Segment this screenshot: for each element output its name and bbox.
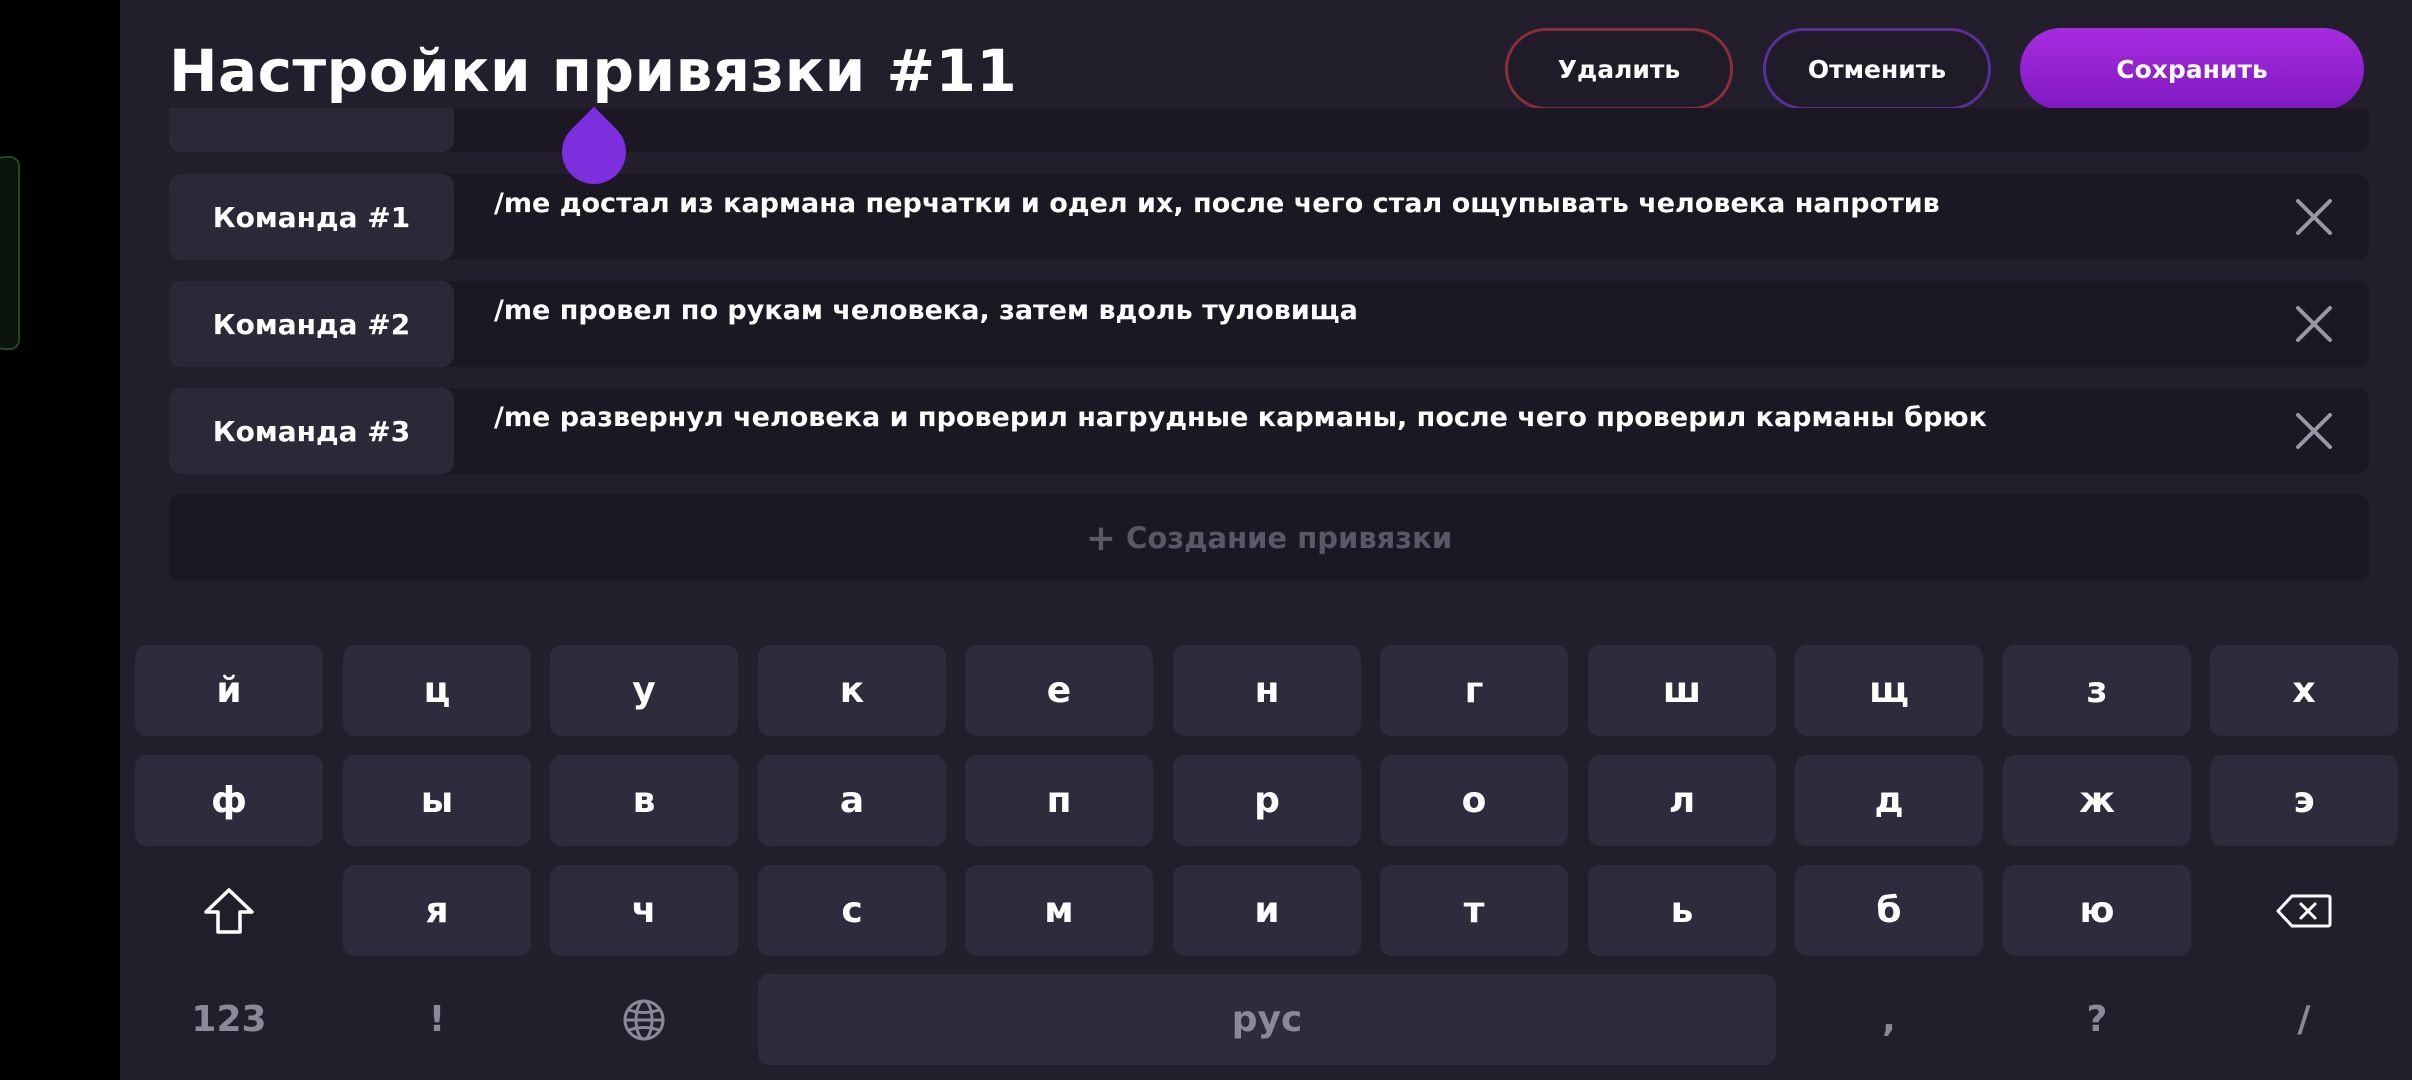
command-row: Команда #3 /me развернул человека и пров… — [169, 388, 2369, 474]
key[interactable]: у — [550, 645, 738, 736]
key[interactable]: д — [1795, 755, 1983, 846]
question-key[interactable]: ? — [2003, 974, 2191, 1065]
key[interactable]: ь — [1588, 865, 1776, 956]
key[interactable]: н — [1173, 645, 1361, 736]
key[interactable]: з — [2003, 645, 2191, 736]
backspace-icon — [2276, 894, 2332, 927]
comma-key[interactable]: , — [1795, 974, 1983, 1065]
save-button[interactable]: Сохранить — [2020, 28, 2364, 110]
slash-key[interactable]: / — [2210, 974, 2398, 1065]
space-key[interactable]: рус — [758, 974, 1776, 1065]
side-panel-edge — [0, 156, 20, 350]
create-bind-label: Создание привязки — [1126, 521, 1453, 555]
command-label[interactable]: Команда #3 — [169, 388, 454, 474]
key[interactable]: е — [965, 645, 1153, 736]
key[interactable]: т — [1380, 865, 1568, 956]
key[interactable]: п — [965, 755, 1153, 846]
key[interactable]: я — [343, 865, 531, 956]
delete-button[interactable]: Удалить — [1505, 28, 1733, 110]
key[interactable]: б — [1795, 865, 1983, 956]
key[interactable]: э — [2210, 755, 2398, 846]
key[interactable]: в — [550, 755, 738, 846]
close-icon[interactable] — [2295, 305, 2333, 343]
command-label[interactable]: Команда #1 — [169, 174, 454, 260]
key[interactable]: х — [2210, 645, 2398, 736]
key[interactable]: о — [1380, 755, 1568, 846]
exclamation-key[interactable]: ! — [343, 974, 531, 1065]
key[interactable]: ж — [2003, 755, 2191, 846]
cancel-button[interactable]: Отменить — [1763, 28, 1991, 110]
key[interactable]: м — [965, 865, 1153, 956]
key[interactable]: й — [135, 645, 323, 736]
key[interactable]: ш — [1588, 645, 1776, 736]
key[interactable]: ы — [343, 755, 531, 846]
shift-arrow-icon — [204, 887, 254, 934]
key[interactable]: ч — [550, 865, 738, 956]
command-row: Команда #2 /me провел по рукам человека,… — [169, 281, 2369, 367]
shift-key[interactable] — [135, 865, 323, 956]
left-screen-edge — [0, 0, 120, 1080]
command-text-input[interactable]: /me достал из кармана перчатки и одел их… — [494, 188, 2259, 219]
plus-icon: + — [1085, 517, 1117, 559]
command-text-input[interactable]: /me провел по рукам человека, затем вдол… — [494, 295, 2259, 326]
key[interactable]: и — [1173, 865, 1361, 956]
command-label[interactable]: Команда #2 — [169, 281, 454, 367]
key[interactable]: л — [1588, 755, 1776, 846]
close-icon[interactable] — [2295, 198, 2333, 236]
backspace-key[interactable] — [2210, 865, 2398, 956]
command-text-input[interactable]: /me развернул человека и проверил нагруд… — [494, 402, 2259, 433]
close-icon[interactable] — [2295, 412, 2333, 450]
key[interactable]: ф — [135, 755, 323, 846]
globe-icon — [623, 999, 665, 1040]
page-title: Настройки привязки #11 — [169, 37, 1018, 105]
create-bind-button[interactable]: + Создание привязки — [169, 494, 2369, 582]
bind-settings-screen: Настройки привязки #11 Удалить Отменить … — [120, 0, 2412, 1080]
command-row: Команда #1 /me достал из кармана перчатк… — [169, 174, 2369, 260]
key[interactable]: ю — [2003, 865, 2191, 956]
key[interactable]: г — [1380, 645, 1568, 736]
key[interactable]: к — [758, 645, 946, 736]
scrolled-command-label — [169, 108, 454, 152]
key[interactable]: с — [758, 865, 946, 956]
key[interactable]: а — [758, 755, 946, 846]
language-key[interactable] — [550, 974, 738, 1065]
numbers-key[interactable]: 123 — [135, 974, 323, 1065]
key[interactable]: р — [1173, 755, 1361, 846]
scrolled-command-row — [169, 108, 2369, 152]
key[interactable]: ц — [343, 645, 531, 736]
key[interactable]: щ — [1795, 645, 1983, 736]
